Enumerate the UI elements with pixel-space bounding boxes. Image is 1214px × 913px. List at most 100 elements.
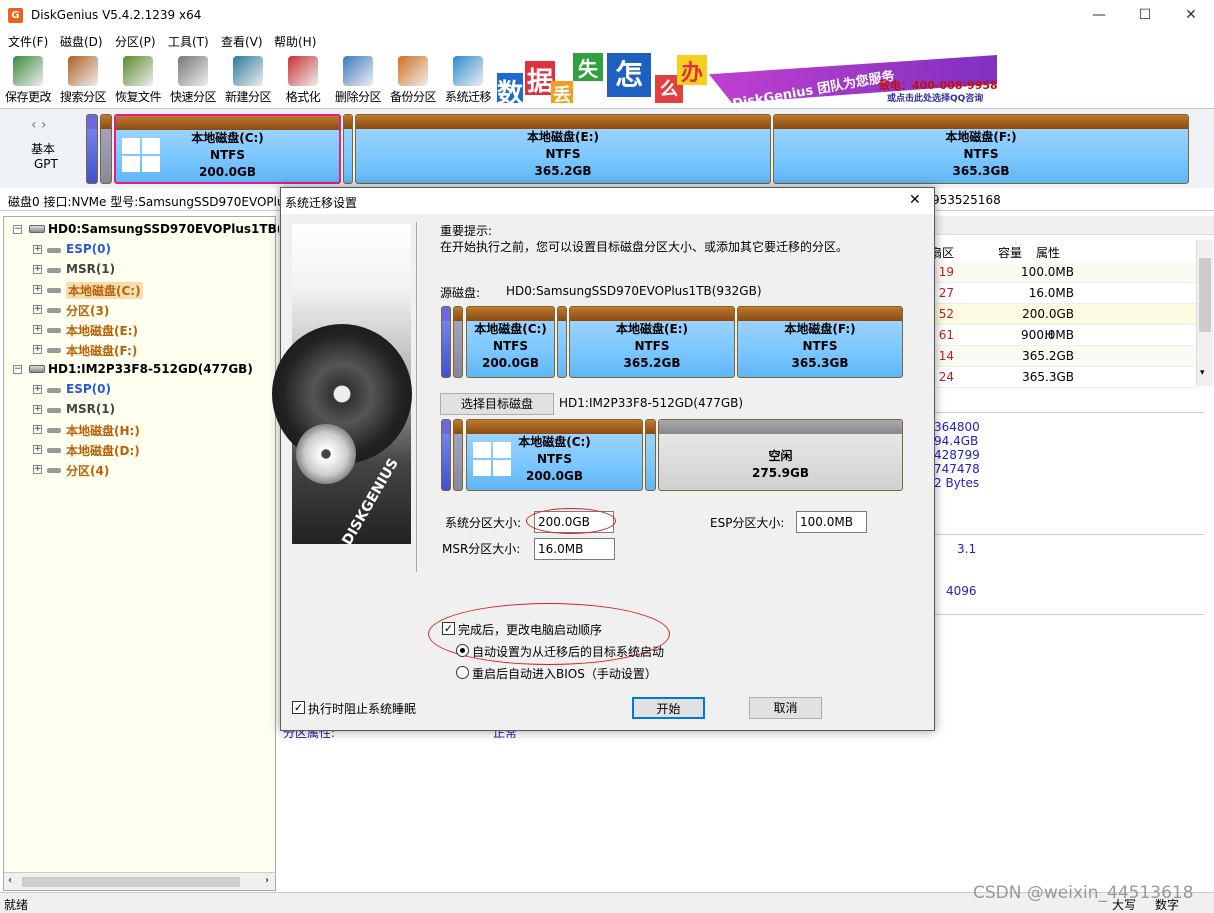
table-row[interactable]: 61 900.0MB H [934, 325, 1196, 346]
detail-value: 94.4GB [934, 434, 979, 448]
windows-icon [122, 138, 162, 174]
toolbar-quick-partition-button[interactable]: 快速分区 [165, 52, 221, 106]
tree-expander-icon[interactable]: + [33, 405, 42, 414]
toolbar-label: 系统迁移 [444, 90, 492, 104]
divider [934, 412, 1204, 413]
msr-size-input[interactable]: 16.0MB [534, 538, 615, 560]
msr-size-label: MSR分区大小: [442, 542, 521, 556]
nav-arrows-icon[interactable]: ‹ › [31, 117, 47, 133]
msr-partition-block[interactable] [100, 114, 112, 184]
tree-node[interactable]: 分区(4) [66, 462, 109, 479]
partition-icon [47, 348, 61, 353]
toolbar-format-button[interactable]: 格式化 [275, 52, 331, 106]
tree-node[interactable]: MSR(1) [66, 402, 115, 416]
tree-node[interactable]: 本地磁盘(C:) [66, 282, 143, 299]
menu-view[interactable]: 查看(V) [221, 33, 263, 50]
partition-icon [47, 248, 61, 253]
tree-node[interactable]: HD0:SamsungSSD970EVOPlus1TB(93 [48, 222, 299, 236]
select-target-disk-button[interactable]: 选择目标磁盘 [440, 393, 554, 415]
tree-node[interactable]: 本地磁盘(D:) [66, 442, 140, 459]
banner-char: 失 [573, 53, 603, 81]
tree-expander-icon[interactable]: − [13, 365, 22, 374]
toolbar-save-button[interactable]: 保存更改 [0, 52, 56, 106]
tgt-esp-block [441, 419, 451, 491]
start-button[interactable]: 开始 [632, 697, 705, 719]
tgt-resize-handle[interactable] [645, 419, 656, 491]
change-boot-checkbox[interactable]: ✓ [442, 622, 455, 635]
app-logo-icon: G [8, 8, 23, 23]
tree-node[interactable]: 本地磁盘(E:) [66, 322, 138, 339]
table-cell: 365.3GB [1022, 370, 1074, 384]
radio-bios-boot[interactable] [456, 666, 469, 679]
table-row[interactable]: 24 365.3GB [934, 367, 1196, 388]
tree-node[interactable]: ESP(0) [66, 242, 111, 256]
ad-banner[interactable]: 数 据 丢 失 怎 么 办 DiskGenius 团队为您服务 致电：400-0… [495, 51, 998, 112]
detail-value: 364800 [934, 420, 980, 434]
toolbar-search-partition-button[interactable]: 搜索分区 [55, 52, 111, 106]
dialog-title: 系统迁移设置 [285, 196, 358, 210]
toolbar-label: 快速分区 [169, 90, 217, 104]
tree-expander-icon[interactable]: + [33, 265, 42, 274]
menu-disk[interactable]: 磁盘(D) [60, 33, 103, 50]
maximize-button[interactable]: ☐ [1122, 0, 1168, 31]
tree-node[interactable]: ESP(0) [66, 382, 111, 396]
divider [934, 534, 1204, 535]
backup-partition-icon [398, 56, 428, 86]
partition-block-f[interactable]: 本地磁盘(F:) NTFS 365.3GB [773, 114, 1189, 184]
table-row[interactable]: 27 16.0MB [934, 283, 1196, 304]
minimize-button[interactable]: — [1076, 0, 1122, 31]
new-partition-icon [233, 56, 263, 86]
table-row[interactable]: 19 100.0MB [934, 262, 1196, 283]
tree-node[interactable]: HD1:IM2P33F8-512GD(477GB) [48, 362, 253, 376]
disk-tree: ‹ › [3, 216, 276, 891]
detail-value: 2 Bytes [934, 476, 980, 490]
tree-node[interactable]: MSR(1) [66, 262, 115, 276]
tree-expander-icon[interactable]: + [33, 425, 42, 434]
tree-expander-icon[interactable]: + [33, 325, 42, 334]
partition-block-c[interactable]: 本地磁盘(C:) NTFS 200.0GB [114, 114, 341, 184]
toolbar-recover-file-button[interactable]: 恢复文件 [110, 52, 166, 106]
table-row[interactable]: 14 365.2GB [934, 346, 1196, 367]
toolbar-system-migrate-button[interactable]: 系统迁移 [440, 52, 496, 106]
esp-partition-block[interactable] [86, 114, 98, 184]
menu-help[interactable]: 帮助(H) [274, 33, 316, 50]
radio-auto-boot[interactable] [456, 644, 469, 657]
hidden-partition-block[interactable] [343, 114, 353, 184]
close-button[interactable]: ✕ [1168, 0, 1214, 31]
esp-size-input[interactable]: 100.0MB [796, 511, 867, 533]
tree-expander-icon[interactable]: − [13, 225, 22, 234]
toolbar-new-partition-button[interactable]: 新建分区 [220, 52, 276, 106]
cancel-button[interactable]: 取消 [749, 697, 822, 719]
menu-file[interactable]: 文件(F) [8, 33, 48, 50]
menu-tools[interactable]: 工具(T) [168, 33, 209, 50]
detail-value: 428799 [934, 448, 980, 462]
toolbar-backup-partition-button[interactable]: 备份分区 [385, 52, 441, 106]
prevent-sleep-checkbox[interactable]: ✓ [292, 701, 305, 714]
banner-char: 办 [677, 55, 707, 86]
tree-node[interactable]: 本地磁盘(F:) [66, 342, 137, 359]
tree-node[interactable]: 分区(3) [66, 302, 109, 319]
tree-expander-icon[interactable]: + [33, 285, 42, 294]
tree-node[interactable]: 本地磁盘(H:) [66, 422, 140, 439]
toolbar-delete-partition-button[interactable]: 删除分区 [330, 52, 386, 106]
col-header-size[interactable]: 容量 [998, 244, 1022, 261]
tree-expander-icon[interactable]: + [33, 345, 42, 354]
table-v-scrollbar[interactable]: ▾ [1196, 240, 1213, 386]
hard-disk-icon [29, 365, 45, 373]
tree-expander-icon[interactable]: + [33, 465, 42, 474]
table-row[interactable]: 52 200.0GB [934, 304, 1196, 325]
tree-expander-icon[interactable]: + [33, 385, 42, 394]
col-header-attr[interactable]: 属性 [1036, 244, 1060, 261]
status-text: 就绪 [4, 898, 29, 912]
tree-expander-icon[interactable]: + [33, 245, 42, 254]
dialog-close-button[interactable]: ✕ [909, 192, 921, 208]
menu-partition[interactable]: 分区(P) [115, 33, 156, 50]
tree-expander-icon[interactable]: + [33, 305, 42, 314]
partition-block-e[interactable]: 本地磁盘(E:) NTFS 365.2GB [355, 114, 771, 184]
annotation-ellipse [526, 508, 616, 534]
detail-value: 747478 [934, 462, 980, 476]
tree-h-scrollbar[interactable]: ‹ › [4, 872, 275, 890]
tgt-partition-c[interactable]: 本地磁盘(C:) NTFS 200.0GB [466, 419, 643, 491]
tree-expander-icon[interactable]: + [33, 445, 42, 454]
banner-qq: 或点击此处选择QQ咨询 [887, 94, 984, 104]
